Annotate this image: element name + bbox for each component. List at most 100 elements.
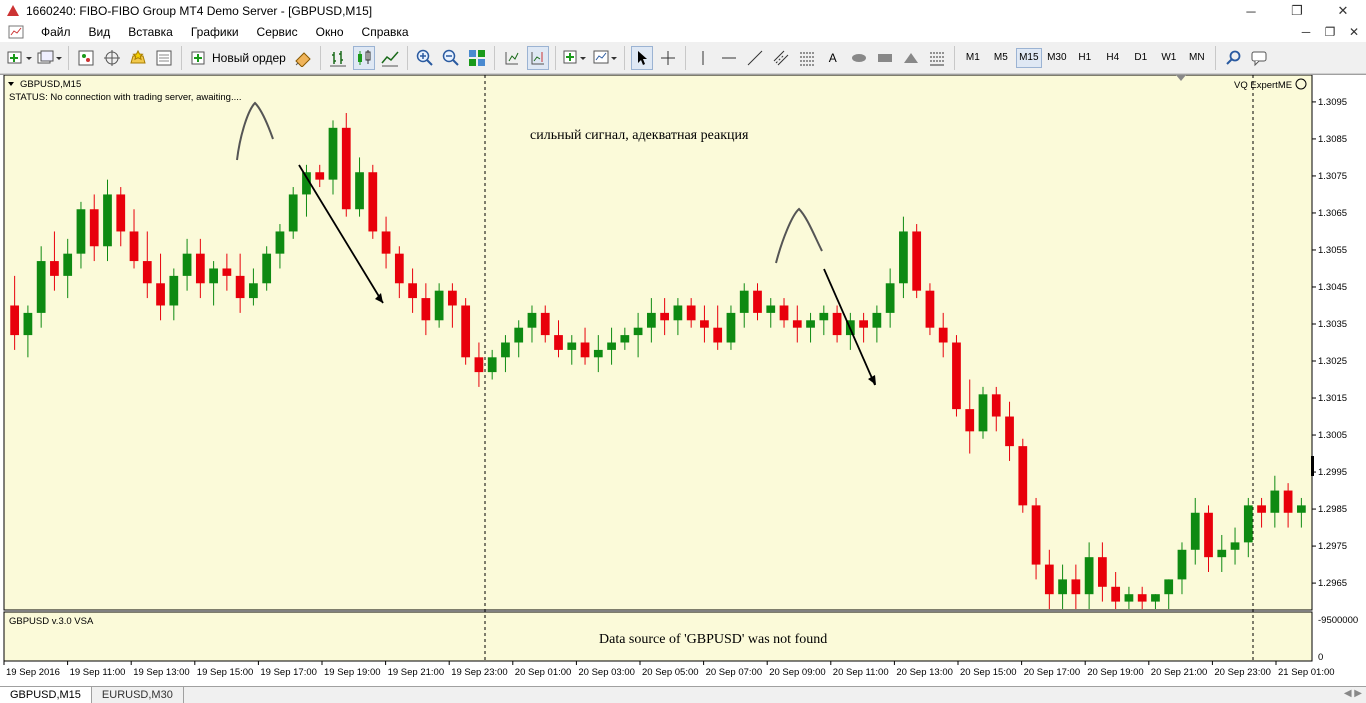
vertical-line-icon[interactable] (692, 46, 714, 70)
candle-body (1164, 579, 1174, 595)
candle-body (1270, 490, 1280, 513)
timeframe-h4[interactable]: H4 (1100, 48, 1126, 68)
periods-icon[interactable] (592, 46, 618, 70)
chart-canvas[interactable]: 1.3095 1.3085 1.3075 1.3065 1.3055 1.3045 1.30… (0, 75, 1366, 687)
toolbar-separator (319, 45, 321, 70)
rectangle-icon[interactable] (874, 46, 896, 70)
time-tick-label: 19 Sep 2016 (6, 667, 60, 678)
candle-body (1177, 549, 1187, 580)
candle-body (633, 327, 643, 336)
chart-window[interactable]: 1.3095 1.3085 1.3075 1.3065 1.3055 1.3045 1.30… (0, 74, 1366, 686)
profiles-icon[interactable] (36, 46, 62, 70)
timeframe-m15[interactable]: M15 (1015, 47, 1042, 68)
auto-trading-icon[interactable] (292, 46, 314, 70)
menu-tools[interactable]: Сервис (248, 22, 307, 42)
chart-document-icon[interactable] (8, 25, 24, 39)
candle-body (1190, 512, 1200, 550)
line-chart-icon[interactable] (379, 46, 401, 70)
menu-window[interactable]: Окно (307, 22, 353, 42)
auto-scroll-icon[interactable] (501, 46, 523, 70)
favorites-icon[interactable] (127, 46, 149, 70)
fibo-fan-icon[interactable] (926, 46, 948, 70)
time-tick-label: 20 Sep 05:00 (642, 667, 699, 678)
candle-body (1230, 542, 1240, 550)
status-line: STATUS: No connection with trading serve… (9, 92, 242, 103)
candle-body (726, 312, 736, 343)
time-tick-label: 19 Sep 15:00 (197, 667, 254, 678)
time-tick-label: 20 Sep 17:00 (1024, 667, 1081, 678)
candle-body (1296, 505, 1306, 513)
restore-button[interactable]: ❐ (1274, 0, 1320, 22)
time-tick-label: 20 Sep 03:00 (578, 667, 635, 678)
app-icon (7, 5, 19, 16)
market-watch-icon[interactable] (75, 46, 97, 70)
horizontal-line-icon[interactable] (718, 46, 740, 70)
candle-body (859, 320, 868, 328)
timeframe-mn[interactable]: MN (1184, 48, 1210, 68)
cursor-icon[interactable] (630, 45, 653, 70)
equidistant-channel-icon[interactable] (770, 46, 792, 70)
time-tick-label: 20 Sep 11:00 (833, 667, 889, 678)
menu-file[interactable]: Файл (32, 22, 80, 42)
menu-help[interactable]: Справка (353, 22, 418, 42)
price-tick-label: 1.3065 (1318, 208, 1347, 219)
triangle-icon[interactable] (900, 46, 922, 70)
minimize-button[interactable]: ─ (1228, 0, 1274, 22)
crosshair-icon[interactable] (657, 46, 679, 70)
text-tool-icon[interactable]: A (822, 46, 844, 70)
candle-body (700, 320, 709, 328)
search-icon[interactable] (1222, 46, 1244, 70)
timeframe-m5[interactable]: M5 (988, 48, 1014, 68)
candle-body (474, 357, 484, 373)
chat-icon[interactable] (1248, 46, 1270, 70)
menu-view[interactable]: Вид (80, 22, 120, 42)
child-close-button[interactable]: ✕ (1342, 22, 1366, 42)
menu-charts[interactable]: Графики (182, 22, 248, 42)
timeframe-h1[interactable]: H1 (1072, 48, 1098, 68)
toolbar-separator (684, 45, 686, 70)
time-tick-label: 20 Sep 21:00 (1151, 667, 1208, 678)
navigator-icon[interactable] (101, 46, 123, 70)
tab-scroll-arrows[interactable]: ◀ ▶ (1344, 688, 1362, 699)
menu-insert[interactable]: Вставка (119, 22, 182, 42)
tab-eurusd-m30[interactable]: EURUSD,M30 (92, 687, 184, 703)
child-minimize-button[interactable]: ─ (1294, 22, 1318, 42)
timeframe-d1[interactable]: D1 (1128, 48, 1154, 68)
zoom-in-icon[interactable] (414, 46, 436, 70)
bar-chart-icon[interactable] (327, 46, 349, 70)
time-tick-label: 20 Sep 01:00 (515, 667, 572, 678)
timeframe-w1[interactable]: W1 (1156, 48, 1182, 68)
timeframe-m30[interactable]: M30 (1044, 48, 1070, 68)
trendline-icon[interactable] (744, 46, 766, 70)
candle-body (912, 231, 922, 291)
candle-body (554, 335, 563, 350)
fibonacci-icon[interactable] (796, 46, 818, 70)
price-tick-label: 1.3055 (1318, 245, 1347, 256)
candle-body (1283, 490, 1293, 513)
ellipse-icon[interactable] (848, 46, 870, 70)
annotation-text: сильный сигнал, адекватная реакция (530, 128, 749, 143)
price-tick-label: 1.3025 (1318, 356, 1347, 367)
candlestick-chart-icon[interactable] (352, 45, 375, 70)
candle-body (713, 327, 723, 343)
timeframe-m1[interactable]: M1 (960, 48, 986, 68)
tile-windows-icon[interactable] (466, 46, 488, 70)
new-chart-icon[interactable] (6, 46, 32, 70)
terminal-icon[interactable] (153, 46, 175, 70)
toolbar-separator (953, 45, 955, 70)
window-title: 1660240: FIBO-FIBO Group MT4 Demo Server… (26, 4, 373, 18)
chart-tabs-bar: GBPUSD,M15 EURUSD,M30 ◀ ▶ (0, 686, 1366, 703)
chart-shift-icon[interactable] (526, 45, 549, 70)
close-button[interactable]: ✕ (1320, 0, 1366, 22)
candle-body (461, 305, 471, 358)
candle-body (434, 290, 444, 321)
child-restore-button[interactable]: ❐ (1318, 22, 1342, 42)
menu-bar: Файл Вид Вставка Графики Сервис Окно Спр… (0, 22, 1366, 42)
new-order-button[interactable]: Новый ордер (186, 46, 290, 70)
indicators-icon[interactable] (562, 46, 588, 70)
zoom-out-icon[interactable] (440, 46, 462, 70)
candle-body (76, 209, 86, 254)
time-axis: 19 Sep 2016 19 Sep 11:00 19 Sep 13:00 19 Se… (3, 661, 1335, 678)
candle-body (1044, 564, 1054, 595)
tab-gbpusd-m15[interactable]: GBPUSD,M15 (0, 687, 92, 703)
